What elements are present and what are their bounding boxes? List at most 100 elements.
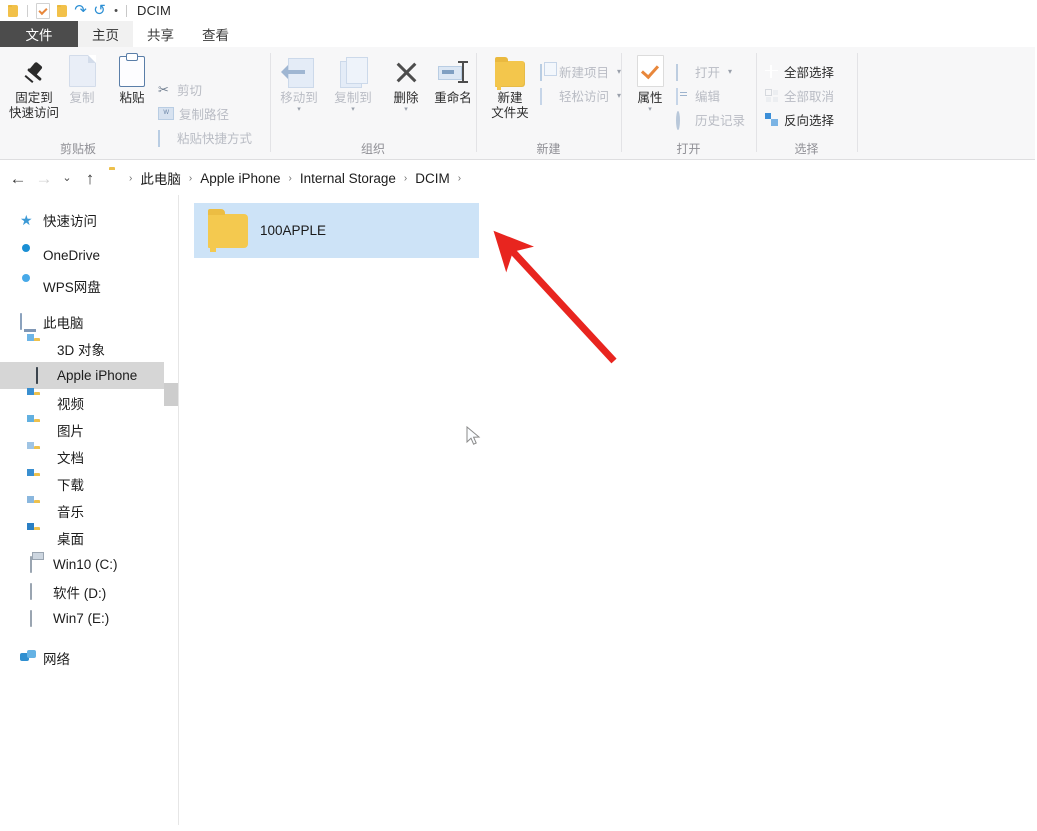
ribbon-copy-to-button[interactable]: 复制到 ▾	[327, 53, 379, 113]
wps-cloud-icon	[20, 278, 36, 294]
copy-to-label: 复制到	[334, 91, 372, 106]
tab-share[interactable]: 共享	[133, 21, 188, 47]
sidebar-item-documents[interactable]: 文档	[0, 443, 178, 470]
paste-icon	[119, 53, 145, 87]
folder-downloads-icon	[34, 476, 50, 492]
file-list-view[interactable]: 100APPLE	[179, 195, 1037, 831]
recent-locations-button[interactable]: ⌄	[57, 165, 77, 191]
pin-label-line1: 固定到	[15, 91, 53, 105]
breadcrumb-sep-1[interactable]: ›	[185, 173, 196, 184]
ribbon-move-to-button[interactable]: 移动到 ▾	[273, 53, 325, 113]
up-button[interactable]: ↑	[77, 165, 103, 191]
breadcrumb-item-internal-storage[interactable]: Internal Storage	[296, 169, 400, 188]
title-divider-1	[27, 5, 28, 17]
ribbon-rename-button[interactable]: 重命名	[427, 53, 479, 106]
sidebar-item-apple-iphone[interactable]: Apple iPhone	[0, 362, 178, 389]
ribbon-properties-button[interactable]: 属性 ▾	[625, 53, 675, 113]
sidebar-item-downloads[interactable]: 下载	[0, 470, 178, 497]
breadcrumb-sep-2[interactable]: ›	[285, 173, 296, 184]
quick-access-properties-icon[interactable]	[34, 2, 51, 19]
ribbon-select-all-button[interactable]: 全部选择	[765, 61, 834, 82]
sidebar-item-network[interactable]: 网络	[0, 644, 178, 671]
new-item-icon	[540, 65, 554, 79]
sidebar-item-music[interactable]: 音乐	[0, 497, 178, 524]
network-icon	[20, 650, 36, 666]
system-drive-icon	[30, 557, 46, 573]
ribbon-delete-button[interactable]: 删除 ▾	[383, 53, 429, 113]
sidebar-item-onedrive[interactable]: OneDrive	[0, 242, 178, 269]
scissors-icon: ✂	[158, 83, 172, 97]
copy-path-label: 复制路径	[179, 104, 229, 123]
sidebar-item-drive-c[interactable]: Win10 (C:)	[0, 551, 178, 578]
ribbon-copy-path-button[interactable]: W 复制路径	[158, 103, 229, 124]
properties-caret-icon[interactable]: ▾	[648, 107, 652, 113]
folder-3d-icon	[34, 341, 50, 357]
ribbon-paste-button[interactable]: 粘贴	[105, 53, 159, 106]
star-icon: ★	[20, 212, 36, 228]
list-item[interactable]: 100APPLE	[194, 203, 479, 258]
move-to-caret-icon[interactable]: ▾	[297, 107, 301, 113]
ribbon-cut-button[interactable]: ✂ 剪切	[158, 79, 202, 100]
breadcrumb-item-apple-iphone[interactable]: Apple iPhone	[196, 169, 284, 188]
sidebar-item-wps-cloud[interactable]: WPS网盘	[0, 272, 178, 299]
delete-caret-icon[interactable]: ▾	[404, 107, 408, 113]
breadcrumb-sep-4[interactable]: ›	[454, 173, 465, 184]
ribbon-history-button[interactable]: 历史记录	[676, 109, 745, 130]
forward-button[interactable]: →	[31, 165, 57, 191]
invert-selection-icon	[765, 113, 779, 127]
ribbon-group-clipboard: 固定到 快速访问 复制 粘贴 ✂ 剪切 W 复制路径 粘	[0, 47, 156, 160]
paste-shortcut-label: 粘贴快捷方式	[177, 128, 252, 147]
sidebar-item-3d-objects[interactable]: 3D 对象	[0, 335, 178, 362]
sidebar-item-pictures[interactable]: 图片	[0, 416, 178, 443]
copy-to-caret-icon[interactable]: ▾	[351, 107, 355, 113]
breadcrumb-sep-0[interactable]: ›	[125, 173, 136, 184]
sidebar-label-apple-iphone: Apple iPhone	[57, 368, 137, 383]
ribbon-new-folder-button[interactable]: 新建 文件夹	[480, 53, 540, 121]
new-folder-label-line1: 新建	[497, 91, 522, 105]
navigation-scrollbar[interactable]	[164, 195, 178, 831]
sidebar-item-drive-d[interactable]: 软件 (D:)	[0, 578, 178, 605]
sidebar-label-onedrive: OneDrive	[43, 248, 100, 263]
sidebar-label-network: 网络	[43, 648, 70, 668]
ribbon-edit-button[interactable]: 编辑	[676, 85, 720, 106]
navigation-scrollbar-thumb[interactable]	[164, 383, 178, 406]
customize-dropdown-icon[interactable]: •	[109, 3, 123, 19]
window-title: DCIM	[137, 3, 171, 18]
sidebar-label-downloads: 下载	[57, 474, 84, 494]
ribbon-select-none-button[interactable]: 全部取消	[765, 85, 834, 106]
quick-access-folder-icon[interactable]	[4, 2, 21, 19]
sidebar-item-this-pc[interactable]: 此电脑	[0, 308, 178, 335]
ribbon-easy-access-button[interactable]: 轻松访问 ▾	[540, 85, 621, 106]
file-explorer-window: ↷ ↺ • DCIM 文件 主页 共享 查看 固定到 快速访问 复制	[0, 0, 1037, 831]
rename-icon	[438, 53, 468, 87]
drive-icon	[30, 584, 46, 600]
ribbon-open-button[interactable]: 打开 ▾	[676, 61, 732, 82]
sidebar-item-drive-e[interactable]: Win7 (E:)	[0, 605, 178, 632]
sidebar-label-this-pc: 此电脑	[43, 312, 84, 332]
quick-access-new-folder-icon[interactable]	[53, 2, 70, 19]
breadcrumb-item-this-pc[interactable]: 此电脑	[136, 166, 185, 190]
tab-home[interactable]: 主页	[78, 21, 133, 47]
sidebar-item-videos[interactable]: 视频	[0, 389, 178, 416]
copy-to-icon	[338, 53, 368, 87]
ribbon-group-title-clipboard: 剪贴板	[0, 140, 156, 157]
sidebar-item-desktop[interactable]: 桌面	[0, 524, 178, 551]
ribbon-invert-selection-button[interactable]: 反向选择	[765, 109, 834, 130]
sidebar-label-quick-access: 快速访问	[43, 210, 97, 230]
back-button[interactable]: ←	[5, 165, 31, 191]
open-caret-icon[interactable]: ▾	[728, 67, 732, 76]
redo-icon[interactable]: ↷	[72, 2, 89, 19]
undo-icon[interactable]: ↺	[91, 2, 108, 19]
sidebar-label-3d-objects: 3D 对象	[57, 339, 105, 359]
ribbon-copy-button[interactable]: 复制	[54, 53, 110, 106]
ribbon-new-item-button[interactable]: 新建项目 ▾	[540, 61, 621, 82]
tab-file[interactable]: 文件	[0, 21, 78, 47]
sidebar-item-quick-access[interactable]: ★ 快速访问	[0, 206, 178, 233]
breadcrumb-sep-3[interactable]: ›	[400, 173, 411, 184]
breadcrumb-item-dcim[interactable]: DCIM	[411, 169, 454, 188]
tab-view[interactable]: 查看	[188, 21, 243, 47]
ribbon-paste-shortcut-button[interactable]: 粘贴快捷方式	[158, 127, 252, 148]
drive-icon	[30, 611, 46, 627]
paste-shortcut-icon	[158, 131, 172, 145]
folder-video-icon	[34, 395, 50, 411]
